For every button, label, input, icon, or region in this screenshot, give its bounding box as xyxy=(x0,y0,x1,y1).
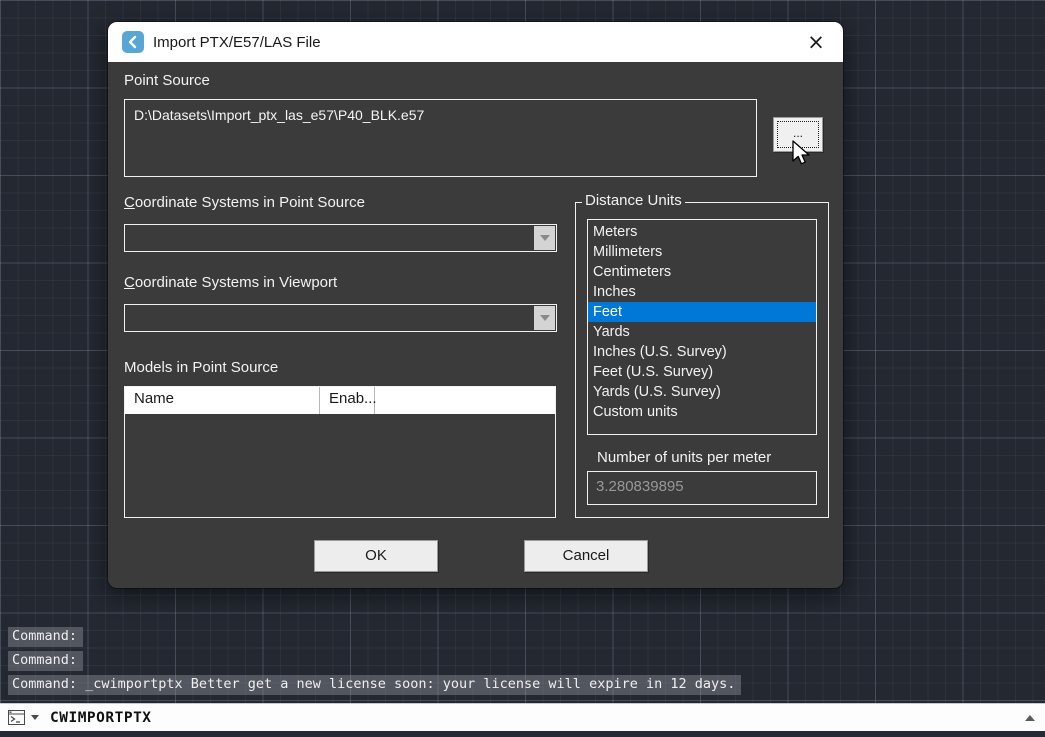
coord-viewport-label: Coordinate Systems in Viewport xyxy=(124,274,337,291)
column-header-spacer xyxy=(375,387,555,414)
focus-rectangle xyxy=(777,121,819,148)
list-item[interactable]: Inches xyxy=(588,282,816,302)
list-item-selected[interactable]: Feet xyxy=(588,302,816,322)
dialog-titlebar[interactable]: Import PTX/E57/LAS File × xyxy=(108,22,843,62)
models-label: Models in Point Source xyxy=(124,359,278,376)
ok-button[interactable]: OK xyxy=(314,540,438,572)
list-item[interactable]: Meters xyxy=(588,222,816,242)
models-table[interactable]: Name Enab... xyxy=(124,386,556,518)
models-table-header: Name Enab... xyxy=(125,387,555,414)
list-item[interactable]: Inches (U.S. Survey) xyxy=(588,342,816,362)
list-item[interactable]: Millimeters xyxy=(588,242,816,262)
distance-units-listbox[interactable]: Meters Millimeters Centimeters Inches Fe… xyxy=(587,219,817,435)
cancel-button[interactable]: Cancel xyxy=(524,540,648,572)
point-source-label: Point Source xyxy=(124,72,210,89)
coord-viewport-dropdown-button[interactable] xyxy=(534,306,555,330)
list-item[interactable]: Feet (U.S. Survey) xyxy=(588,362,816,382)
import-dialog: Import PTX/E57/LAS File × Point Source D… xyxy=(108,22,843,588)
coord-viewport-combobox[interactable] xyxy=(124,304,557,332)
coord-source-label: Coordinate Systems in Point Source xyxy=(124,194,365,211)
command-history-line: Command: xyxy=(8,651,83,671)
history-toggle-up-icon[interactable] xyxy=(1025,715,1035,721)
chevron-down-icon xyxy=(540,315,550,321)
command-bar[interactable]: CWIMPORTPTX xyxy=(0,703,1045,731)
distance-units-group: Distance Units Meters Millimeters Centim… xyxy=(575,202,829,518)
column-header-name[interactable]: Name xyxy=(125,387,320,414)
command-input[interactable]: CWIMPORTPTX xyxy=(50,710,152,726)
list-item[interactable]: Custom units xyxy=(588,402,816,422)
distance-units-label: Distance Units xyxy=(582,192,685,209)
coord-source-combobox[interactable] xyxy=(124,224,557,252)
coord-source-dropdown-button[interactable] xyxy=(534,226,555,250)
command-history-line: Command: xyxy=(8,627,83,647)
list-item[interactable]: Centimeters xyxy=(588,262,816,282)
command-history-line: Command: _cwimportptx Better get a new l… xyxy=(8,675,741,695)
close-icon[interactable]: × xyxy=(803,29,829,55)
browse-button[interactable]: ... xyxy=(773,117,823,152)
back-chevron-icon xyxy=(122,31,144,53)
point-source-field[interactable]: D:\Datasets\Import_ptx_las_e57\P40_BLK.e… xyxy=(124,99,757,177)
command-options-chevron-icon[interactable] xyxy=(31,715,39,720)
list-item[interactable]: Yards (U.S. Survey) xyxy=(588,382,816,402)
column-header-enabled[interactable]: Enab... xyxy=(320,387,375,414)
units-per-meter-label: Number of units per meter xyxy=(597,449,771,466)
terminal-icon xyxy=(8,710,26,726)
bottom-strip xyxy=(0,731,1045,737)
chevron-down-icon xyxy=(540,235,550,241)
units-per-meter-field[interactable]: 3.280839895 xyxy=(587,471,817,505)
list-item[interactable]: Yards xyxy=(588,322,816,342)
dialog-title: Import PTX/E57/LAS File xyxy=(153,34,321,51)
